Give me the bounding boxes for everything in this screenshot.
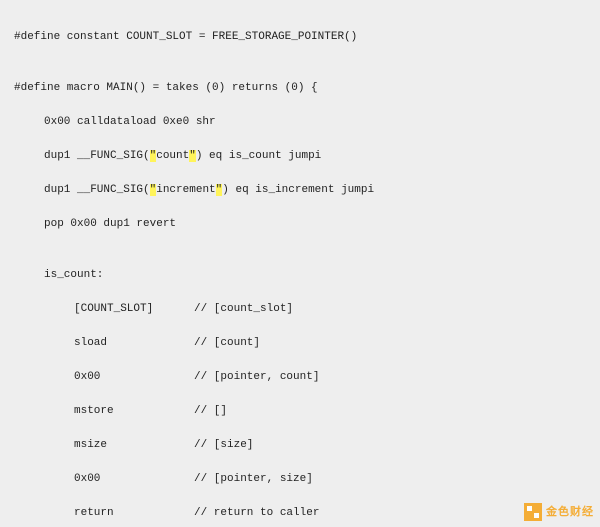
code-line: return// return to caller bbox=[14, 505, 586, 522]
highlight: " bbox=[189, 150, 196, 162]
code-line: dup1 __FUNC_SIG("increment") eq is_incre… bbox=[14, 182, 586, 199]
code-line: sload// [count] bbox=[14, 335, 586, 352]
code-label: is_count: bbox=[14, 267, 586, 284]
watermark-text: 金色财经 bbox=[546, 504, 594, 521]
watermark: 金色财经 bbox=[524, 503, 594, 521]
code-line: pop 0x00 dup1 revert bbox=[14, 216, 586, 233]
code-line: 0x00// [pointer, count] bbox=[14, 369, 586, 386]
code-line: mstore// [] bbox=[14, 403, 586, 420]
code-line: [COUNT_SLOT]// [count_slot] bbox=[14, 301, 586, 318]
code-line: #define constant COUNT_SLOT = FREE_STORA… bbox=[14, 29, 586, 46]
code-line: #define macro MAIN() = takes (0) returns… bbox=[14, 80, 586, 97]
watermark-logo-icon bbox=[524, 503, 542, 521]
code-block: #define constant COUNT_SLOT = FREE_STORA… bbox=[0, 0, 600, 527]
code-line: msize// [size] bbox=[14, 437, 586, 454]
code-line: 0x00// [pointer, size] bbox=[14, 471, 586, 488]
code-line: dup1 __FUNC_SIG("count") eq is_count jum… bbox=[14, 148, 586, 165]
code-line: 0x00 calldataload 0xe0 shr bbox=[14, 114, 586, 131]
